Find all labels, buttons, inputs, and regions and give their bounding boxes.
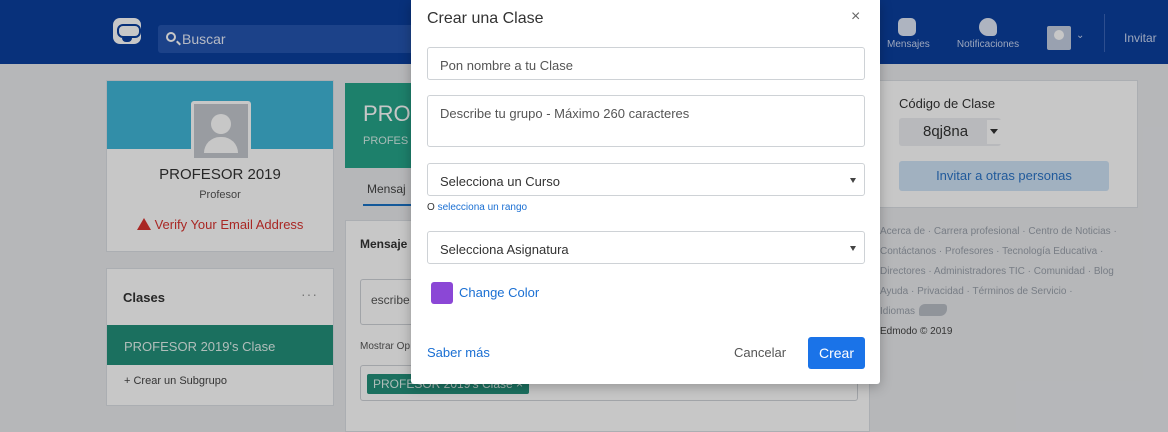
class-color-swatch[interactable] [431,282,453,304]
class-description-input[interactable]: Describe tu grupo - Máximo 260 caractere… [427,95,865,147]
caret-down-icon [850,178,856,183]
cancel-button[interactable]: Cancelar [734,345,786,360]
subject-select[interactable]: Selecciona Asignatura [427,231,865,264]
select-range-link[interactable]: selecciona un rango [438,202,528,213]
class-name-input[interactable]: Pon nombre a tu Clase [427,47,865,80]
course-select-value: Selecciona un Curso [440,174,560,189]
range-prefix: O [427,202,435,213]
course-select[interactable]: Selecciona un Curso [427,163,865,196]
range-option: O selecciona un rango [427,202,527,213]
close-icon[interactable]: × [851,8,860,26]
change-color-link[interactable]: Change Color [459,285,539,300]
modal-title: Crear una Clase [427,10,544,27]
subject-select-value: Selecciona Asignatura [440,242,569,257]
learn-more-link[interactable]: Saber más [427,345,490,360]
create-button[interactable]: Crear [808,337,865,369]
caret-down-icon [850,246,856,251]
create-class-modal: Crear una Clase × Pon nombre a tu Clase … [411,0,880,384]
